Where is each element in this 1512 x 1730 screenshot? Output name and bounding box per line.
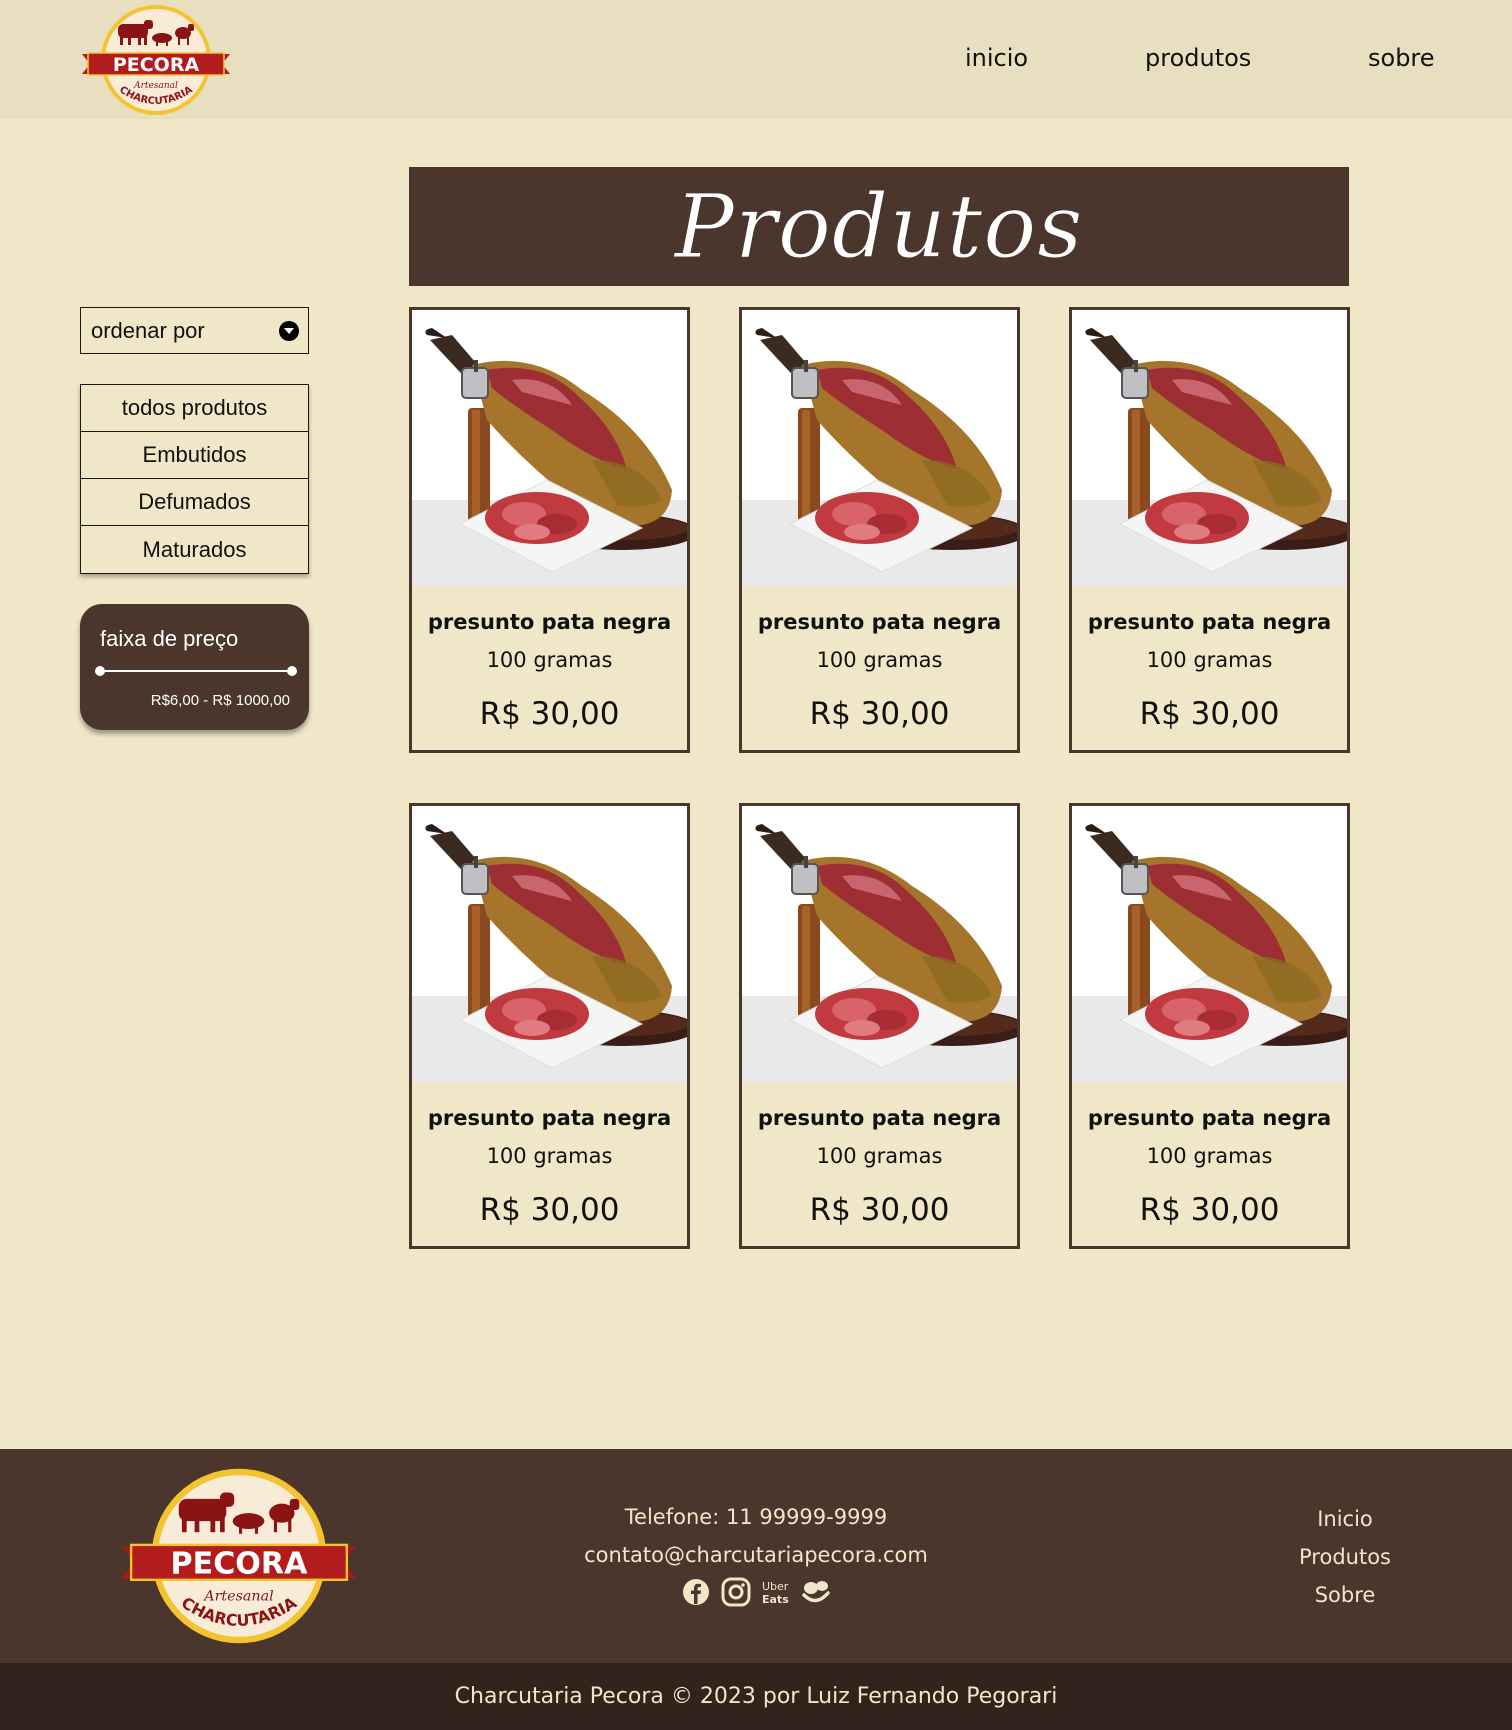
footer-link-sobre[interactable]: Sobre: [1250, 1583, 1440, 1621]
category-todos-produtos[interactable]: todos produtos: [81, 385, 308, 432]
product-image: [1072, 806, 1347, 1082]
site-footer: PECORA Artesanal CHARCUTARIA Telefone: 1…: [0, 1449, 1512, 1663]
product-image: [742, 806, 1017, 1082]
product-price: R$ 30,00: [479, 1192, 620, 1228]
price-slider-min-handle[interactable]: [95, 666, 105, 676]
price-filter-title: faixa de preço: [100, 626, 239, 651]
product-price: R$ 30,00: [809, 1192, 950, 1228]
price-filter: faixa de preço R$6,00 - R$ 1000,00: [80, 604, 309, 730]
svg-text:Uber: Uber: [762, 1580, 789, 1593]
price-slider-track[interactable]: [100, 670, 292, 672]
uber-eats-icon[interactable]: Uber Eats: [761, 1577, 791, 1607]
product-image: [412, 310, 687, 586]
instagram-icon[interactable]: [721, 1577, 751, 1607]
copyright-text: Charcutaria Pecora © 2023 por Luiz Ferna…: [454, 1684, 1058, 1709]
footer-contact: Telefone: 11 99999-9999 contato@charcuta…: [457, 1505, 1055, 1581]
product-name: presunto pata negra: [757, 1106, 1002, 1130]
product-image: [1072, 310, 1347, 586]
page-title: Produtos: [674, 175, 1084, 279]
product-card[interactable]: presunto pata negra 100 gramas R$ 30,00: [1069, 803, 1350, 1249]
product-weight: 100 gramas: [816, 1144, 943, 1168]
svg-text:PECORA: PECORA: [113, 54, 200, 76]
product-price: R$ 30,00: [809, 696, 950, 732]
product-image: [412, 806, 687, 1082]
product-name: presunto pata negra: [1087, 1106, 1332, 1130]
product-card[interactable]: presunto pata negra 100 gramas R$ 30,00: [739, 803, 1020, 1249]
product-name: presunto pata negra: [757, 610, 1002, 634]
product-name: presunto pata negra: [1087, 610, 1332, 634]
svg-text:Artesanal: Artesanal: [133, 81, 178, 91]
footer-email[interactable]: contato@charcutariapecora.com: [457, 1543, 1055, 1581]
product-name: presunto pata negra: [427, 610, 672, 634]
footer-link-inicio[interactable]: Inicio: [1250, 1507, 1440, 1545]
category-defumados[interactable]: Defumados: [81, 479, 308, 526]
chevron-down-icon: [279, 321, 299, 341]
product-weight: 100 gramas: [486, 1144, 613, 1168]
site-header: PECORA Artesanal CHARCUTARIA inicio prod…: [0, 0, 1512, 119]
product-card[interactable]: presunto pata negra 100 gramas R$ 30,00: [739, 307, 1020, 753]
product-card[interactable]: presunto pata negra 100 gramas R$ 30,00: [409, 803, 690, 1249]
product-weight: 100 gramas: [1146, 648, 1273, 672]
ifood-icon[interactable]: [801, 1577, 831, 1607]
product-name: presunto pata negra: [427, 1106, 672, 1130]
category-list: todos produtos Embutidos Defumados Matur…: [80, 384, 309, 574]
nav-produtos[interactable]: produtos: [1145, 44, 1251, 72]
nav-inicio[interactable]: inicio: [965, 44, 1028, 72]
category-maturados[interactable]: Maturados: [81, 526, 308, 573]
svg-text:PECORA: PECORA: [171, 1546, 309, 1581]
footer-link-produtos[interactable]: Produtos: [1250, 1545, 1440, 1583]
price-range-value: R$6,00 - R$ 1000,00: [150, 692, 290, 709]
product-price: R$ 30,00: [1139, 1192, 1280, 1228]
nav-sobre[interactable]: sobre: [1368, 44, 1435, 72]
product-weight: 100 gramas: [816, 648, 943, 672]
price-slider-max-handle[interactable]: [287, 666, 297, 676]
product-weight: 100 gramas: [1146, 1144, 1273, 1168]
product-card[interactable]: presunto pata negra 100 gramas R$ 30,00: [409, 307, 690, 753]
footer-phone: Telefone: 11 99999-9999: [624, 1505, 888, 1529]
social-icons: Uber Eats: [681, 1577, 831, 1607]
product-price: R$ 30,00: [479, 696, 620, 732]
sort-select[interactable]: ordenar por: [80, 307, 309, 354]
pecora-logo-footer[interactable]: PECORA Artesanal CHARCUTARIA: [118, 1464, 360, 1648]
product-card[interactable]: presunto pata negra 100 gramas R$ 30,00: [1069, 307, 1350, 753]
svg-text:Artesanal: Artesanal: [202, 1588, 273, 1604]
copyright-bar: Charcutaria Pecora © 2023 por Luiz Ferna…: [0, 1663, 1512, 1730]
page-title-banner: Produtos: [409, 167, 1349, 286]
footer-links: Inicio Produtos Sobre: [1250, 1507, 1440, 1621]
product-price: R$ 30,00: [1139, 696, 1280, 732]
product-weight: 100 gramas: [486, 648, 613, 672]
facebook-icon[interactable]: [681, 1577, 711, 1607]
svg-text:Eats: Eats: [762, 1593, 789, 1606]
sort-select-label: ordenar por: [91, 317, 205, 343]
category-embutidos[interactable]: Embutidos: [81, 432, 308, 479]
product-image: [742, 310, 1017, 586]
pecora-logo[interactable]: PECORA Artesanal CHARCUTARIA: [80, 2, 232, 118]
